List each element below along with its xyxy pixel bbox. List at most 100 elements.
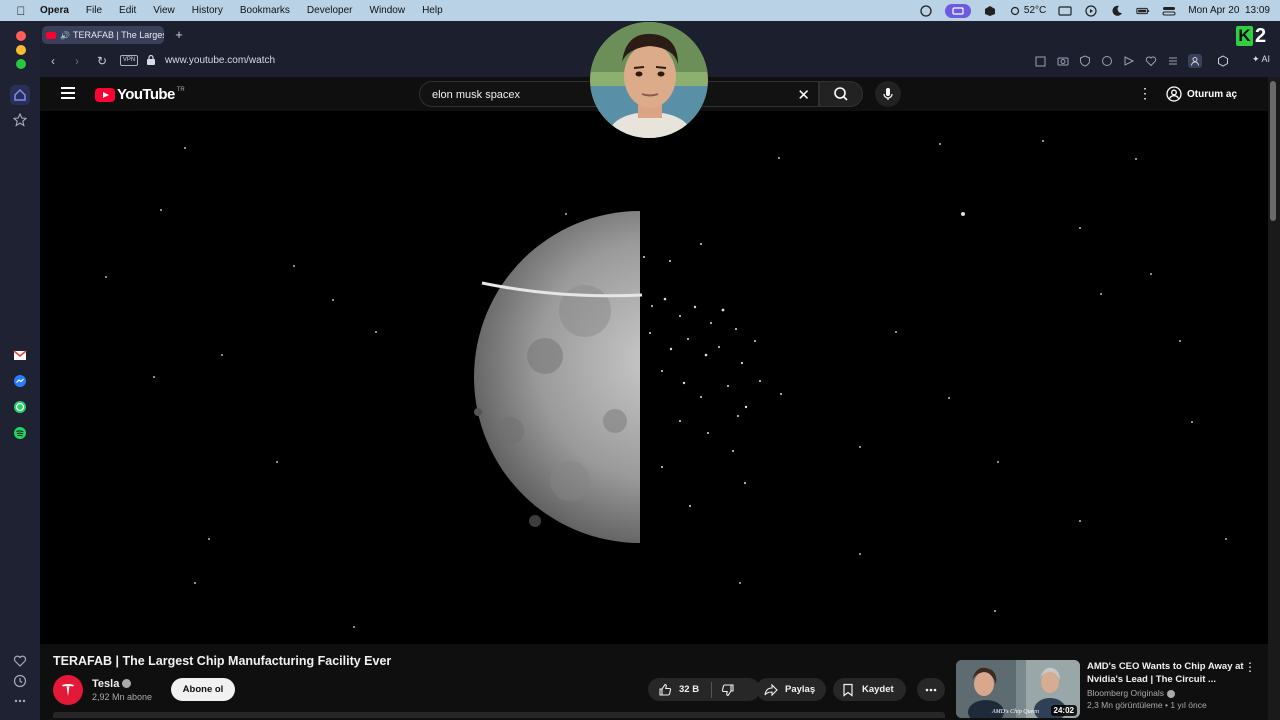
sign-in-button[interactable]: Oturum aç [1166,83,1237,105]
apple-icon[interactable]:  [14,4,28,18]
video-frame-moon [105,140,1227,628]
moon [474,211,640,543]
sidebar-star-icon[interactable] [10,110,30,130]
heart-icon[interactable] [1144,54,1158,68]
like-icon[interactable] [658,683,672,697]
recommendation-title[interactable]: AMD's CEO Wants to Chip Away at Nvidia's… [1087,660,1253,686]
menu-app-name[interactable]: Opera [40,5,69,16]
voice-search-button[interactable] [875,81,901,107]
weather-temperature[interactable]: 52°C [1009,5,1046,16]
vpn-badge[interactable]: VPN [120,55,138,66]
menu-edit[interactable]: Edit [119,5,136,16]
moon-icon[interactable] [1110,5,1124,17]
sidebar-messenger-icon[interactable] [10,371,30,391]
menu-help[interactable]: Help [422,5,443,16]
address-bar-url[interactable]: www.youtube.com/watch [165,55,275,66]
video-duration: 24:02 [1050,705,1077,716]
hamburger-menu-icon[interactable] [61,87,75,99]
menu-view[interactable]: View [153,5,175,16]
scrollbar-thumb[interactable] [1270,81,1276,221]
region-code: TR [176,86,185,93]
window-zoom-button[interactable] [16,59,26,69]
shield-icon[interactable] [1078,54,1092,68]
video-info-section: TERAFAB | The Largest Chip Manufacturing… [40,644,1268,720]
sign-in-label: Oturum aç [1187,88,1238,100]
save-button[interactable]: Kaydet [833,678,906,701]
subscriber-count: 2,92 Mn abone [92,692,153,702]
ai-label: AI [1261,54,1270,64]
recommendation-channel[interactable]: Bloomberg Originals [1087,688,1176,698]
sidebar-spotify-icon[interactable] [10,423,30,443]
menu-window[interactable]: Window [370,5,406,16]
camera-icon[interactable] [1056,54,1070,68]
channel-avatar[interactable] [53,675,83,705]
webcam-overlay [590,22,708,138]
recommendation-thumbnail[interactable]: AMD's Chip Queen 24:02 [956,660,1080,718]
temperature-label: 52°C [1023,5,1047,16]
control-center-icon[interactable] [1162,5,1176,17]
account-circle-icon [1166,86,1182,102]
recommendation-age: 1 yıl önce [1170,700,1207,710]
description-box-edge[interactable] [53,712,945,718]
browser-tab-active[interactable]: 🔊 TERAFAB | The Largest [42,26,164,44]
send-icon[interactable] [1122,54,1136,68]
bookmark-icon [843,683,853,697]
extension-icon[interactable] [983,5,997,17]
microphone-icon [883,88,893,100]
edit-icon[interactable] [1034,54,1048,68]
new-tab-button[interactable]: + [172,28,186,42]
page-scrollbar[interactable] [1268,77,1280,720]
subscribe-button[interactable]: Abone ol [171,678,235,701]
search-button[interactable] [819,81,863,107]
sidebar-home-icon[interactable] [10,85,30,105]
more-actions-button[interactable] [917,678,945,701]
search-query: elon musk spacex [432,89,521,101]
keyboard-icon[interactable] [1058,5,1072,17]
recommendation-channel-label: Bloomberg Originals [1087,688,1165,698]
status-app-icon[interactable] [919,4,933,17]
forward-button[interactable]: › [70,54,84,68]
like-count[interactable]: 32 B [679,684,699,695]
share-button[interactable]: Paylaş [756,678,826,701]
settings-kebab-icon[interactable]: ⋮ [1138,85,1152,102]
sidebar-more-icon[interactable] [10,691,30,711]
youtube-logo[interactable]: YouTube TR [95,86,185,103]
recommendation-meta: 2,3 Mn görüntüleme • 1 yıl önce [1087,700,1207,710]
youtube-play-icon [95,87,115,102]
sidebar-gmail-icon[interactable] [10,345,30,365]
screen-share-icon[interactable] [944,3,971,18]
list-icon[interactable] [1166,54,1180,68]
play-circle-icon[interactable] [1084,4,1098,17]
sidebar-heart-icon[interactable] [10,651,30,671]
extension-puzzle-icon[interactable] [1100,54,1114,68]
k2-logo-2: 2 [1255,24,1267,47]
menubar-clock[interactable]: Mon Apr 20 13:09 [1188,5,1270,16]
window-minimize-button[interactable] [16,45,26,55]
window-close-button[interactable] [16,31,26,41]
menu-bookmarks[interactable]: Bookmarks [240,5,290,16]
lock-icon[interactable] [146,54,156,66]
tesla-logo-icon [62,684,74,696]
video-title: TERAFAB | The Largest Chip Manufacturing… [53,654,392,668]
channel-name[interactable]: Tesla [92,678,132,690]
dislike-icon[interactable] [721,683,735,697]
menu-developer[interactable]: Developer [307,5,353,16]
recommendation-menu-icon[interactable]: ⋮ [1244,660,1256,674]
opera-sidebar [0,21,40,720]
ai-button[interactable]: ✦ AI [1252,54,1270,65]
clear-search-icon[interactable]: ✕ [797,86,810,104]
sidebar-whatsapp-icon[interactable] [10,397,30,417]
speaker-icon[interactable]: 🔊 [60,31,70,40]
cube-icon[interactable] [1216,54,1230,68]
back-button[interactable]: ‹ [46,54,60,68]
menu-history[interactable]: History [192,5,223,16]
battery-icon[interactable] [1136,5,1150,17]
webcam-person-image [590,22,708,138]
reload-icon[interactable]: ↻ [95,54,109,68]
video-player[interactable] [40,111,1268,644]
youtube-favicon-icon [46,31,56,39]
menu-file[interactable]: File [86,5,102,16]
youtube-logo-text: YouTube [117,86,175,103]
profile-icon[interactable] [1188,54,1202,68]
sidebar-history-icon[interactable] [10,671,30,691]
